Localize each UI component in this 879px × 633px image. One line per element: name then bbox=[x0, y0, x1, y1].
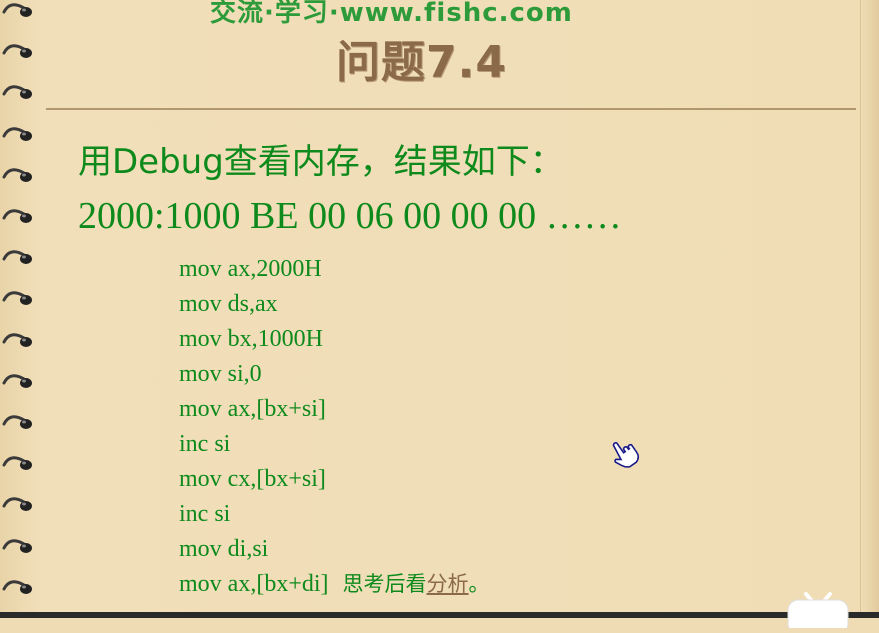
code-line: mov cx,[bx+si] bbox=[179, 466, 326, 492]
code-line: mov bx,1000H bbox=[179, 326, 323, 352]
binder-ring-icon bbox=[2, 534, 36, 560]
binder-ring-icon bbox=[2, 245, 36, 271]
code-line-text: mov ax,[bx+di] bbox=[179, 571, 329, 597]
page-right-edge bbox=[860, 0, 879, 618]
code-line-last: mov ax,[bx+di] 思考后看分析。 bbox=[179, 569, 490, 604]
binder-ring-icon bbox=[2, 492, 36, 518]
think-note: 思考后看分析。 bbox=[343, 572, 490, 596]
binder-ring-icon bbox=[2, 39, 36, 65]
title-divider bbox=[46, 108, 856, 110]
binder-ring-icon bbox=[2, 369, 36, 395]
slide-page: 交流·学习·www.fishc.com 问题7.4 用Debug查看内存，结果如… bbox=[0, 0, 879, 633]
binder-ring-icon bbox=[2, 328, 36, 354]
code-line: mov si,0 bbox=[179, 361, 262, 387]
note-prefix: 思考后看 bbox=[342, 572, 427, 596]
intro-text: 用Debug查看内存，结果如下： bbox=[78, 142, 564, 182]
binder-ring-icon bbox=[2, 451, 36, 477]
binder-ring-icon bbox=[2, 80, 36, 106]
code-block: mov ax,2000H mov ds,ax mov bx,1000H mov … bbox=[179, 254, 490, 604]
code-line: inc si bbox=[179, 431, 231, 457]
bottom-bar bbox=[0, 612, 879, 618]
code-line: inc si bbox=[179, 501, 231, 527]
binder-ring-icon bbox=[2, 575, 36, 601]
binder-ring-icon bbox=[2, 163, 36, 189]
memory-dump-line: 2000:1000 BE 00 06 00 00 00 …… bbox=[78, 195, 622, 237]
binder-ring-icon bbox=[2, 410, 36, 436]
binder-ring-icon bbox=[2, 286, 36, 312]
binder-ring-icon bbox=[2, 122, 36, 148]
hand-pointer-icon bbox=[608, 436, 642, 470]
code-line: mov ax,2000H bbox=[179, 256, 322, 282]
page-title: 问题7.4 bbox=[336, 37, 507, 88]
code-line: mov ax,[bx+si] bbox=[179, 396, 326, 422]
spiral-binding bbox=[0, 0, 40, 618]
code-line: mov ds,ax bbox=[179, 291, 278, 317]
top-banner-text: 交流·学习·www.fishc.com bbox=[210, 0, 573, 28]
bilibili-tv-icon bbox=[782, 588, 852, 633]
analysis-link[interactable]: 分析 bbox=[427, 572, 469, 596]
intro-line: 用Debug查看内存，结果如下： bbox=[78, 134, 564, 183]
note-suffix: 。 bbox=[468, 572, 490, 596]
code-line: mov di,si bbox=[179, 536, 269, 562]
binder-ring-icon bbox=[2, 0, 36, 24]
binder-ring-icon bbox=[2, 204, 36, 230]
